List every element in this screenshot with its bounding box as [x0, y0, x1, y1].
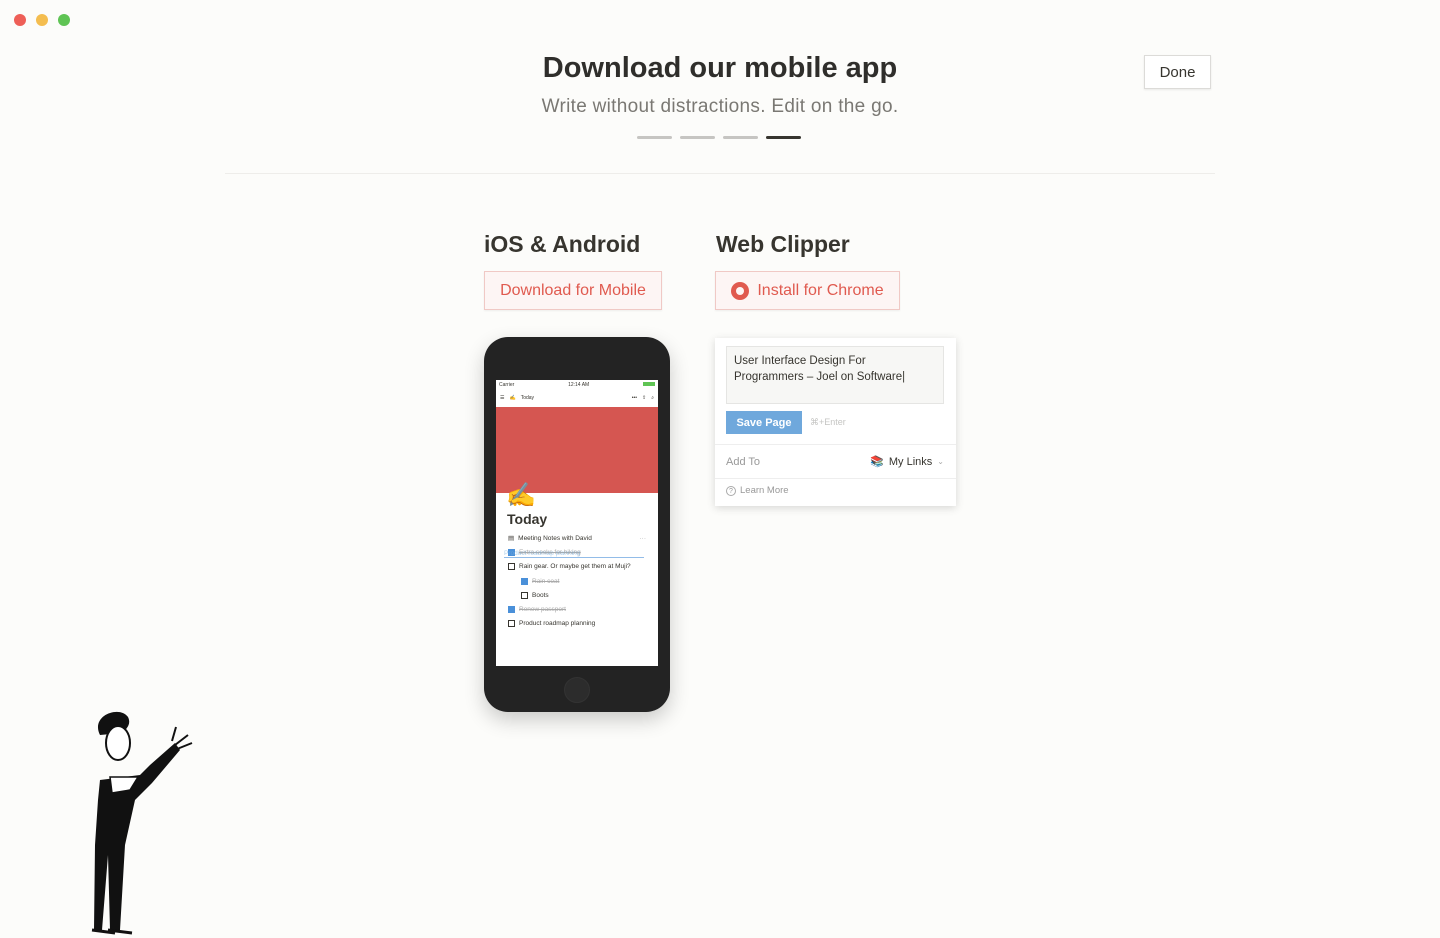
- destination-value: My Links: [888, 455, 933, 468]
- home-button: [564, 677, 590, 703]
- search-icon: ⌕: [651, 395, 654, 401]
- item-text: Rain gear. Or maybe get them at Muji?: [519, 563, 631, 571]
- add-to-label: Add To: [726, 456, 761, 468]
- help-icon: ?: [726, 485, 736, 496]
- item-text: Rain coat: [532, 577, 560, 585]
- download-for-mobile-button[interactable]: Download for Mobile: [484, 271, 662, 310]
- chevron-down-icon: ⌄: [937, 457, 944, 466]
- list-item: Rain coat: [496, 574, 658, 588]
- step-indicator: [637, 136, 801, 139]
- done-button[interactable]: Done: [1144, 55, 1211, 89]
- close-window-button[interactable]: [14, 14, 26, 26]
- menu-icon: ☰: [500, 395, 505, 401]
- page-emoji-icon: ✍: [509, 395, 516, 401]
- item-text: Boots: [532, 591, 549, 599]
- status-bar: Carrier 12:14 AM: [496, 380, 658, 390]
- time: 12:14 AM: [568, 382, 590, 388]
- battery-icon: [642, 382, 655, 386]
- item-text: Meeting Notes with David: [518, 534, 592, 542]
- phone-mockup: Carrier 12:14 AM ☰ ✍ Today ••• ⇪ ⌕ ✍️ Today ▤ M…: [484, 337, 670, 712]
- list-item: ▤ Meeting Notes with David ···: [496, 531, 658, 545]
- more-icon: •••: [631, 395, 637, 401]
- minimize-window-button[interactable]: [36, 14, 48, 26]
- phone-screen: Carrier 12:14 AM ☰ ✍ Today ••• ⇪ ⌕ ✍️ Today ▤ M…: [496, 380, 658, 666]
- maximize-window-button[interactable]: [58, 14, 70, 26]
- page-icon: ▤: [508, 535, 515, 543]
- chrome-icon: [731, 281, 750, 300]
- list-item: Boots: [496, 588, 658, 602]
- web-clipper-mockup: User Interface Design For Programmers – …: [715, 338, 956, 506]
- save-page-button: Save Page: [726, 411, 802, 434]
- writing-hand-icon: ✍️: [506, 482, 536, 509]
- divider: [715, 444, 956, 445]
- step-dot[interactable]: [723, 136, 758, 139]
- checkbox: [508, 620, 515, 628]
- person-illustration: [91, 711, 193, 935]
- list-item: Product roadmap planning: [496, 617, 658, 631]
- shortcut-hint: ⌘+Enter: [810, 417, 846, 427]
- checkbox-checked: [521, 577, 528, 585]
- checkbox-checked: [508, 606, 515, 614]
- learn-more-link: ? Learn More: [726, 485, 789, 496]
- drag-ghost: Product roadmap planning: [504, 550, 644, 559]
- list-item: Renew passport: [496, 602, 658, 616]
- destination-select: 📚 My Links ⌄: [870, 455, 944, 469]
- item-text: Renew passport: [519, 606, 566, 614]
- step-dot[interactable]: [637, 136, 672, 139]
- button-label: Install for Chrome: [757, 281, 884, 299]
- item-text: Product roadmap planning: [519, 620, 596, 628]
- clipper-heading: Web Clipper: [716, 231, 850, 257]
- list-item: Extra socks for hiking Product roadmap pl…: [496, 545, 658, 559]
- divider: [715, 478, 956, 479]
- page-subtitle: Write without distractions. Edit on the …: [541, 96, 899, 117]
- title-value: User Interface Design For Programmers – …: [734, 355, 903, 383]
- list-item: Rain gear. Or maybe get them at Muji?: [496, 560, 658, 574]
- share-icon: ⇪: [641, 395, 647, 401]
- mobile-heading: iOS & Android: [484, 231, 641, 257]
- more-icon: ···: [639, 534, 647, 542]
- step-dot[interactable]: [680, 136, 715, 139]
- books-icon: 📚: [870, 456, 884, 468]
- checkbox: [521, 591, 528, 599]
- step-dot-active[interactable]: [766, 136, 801, 139]
- page-title-field: User Interface Design For Programmers – …: [726, 346, 944, 404]
- learn-more-text: Learn More: [740, 485, 789, 496]
- button-label: Download for Mobile: [500, 281, 646, 299]
- checkbox: [508, 563, 515, 571]
- page-title: Download our mobile app: [542, 52, 898, 84]
- phone-page-title: Today: [507, 511, 548, 527]
- install-for-chrome-button[interactable]: Install for Chrome: [715, 271, 900, 310]
- carrier: Carrier: [499, 382, 515, 388]
- divider: [225, 173, 1215, 174]
- nav-title: Today: [520, 395, 535, 401]
- phone-nav: ☰ ✍ Today ••• ⇪ ⌕: [496, 390, 658, 406]
